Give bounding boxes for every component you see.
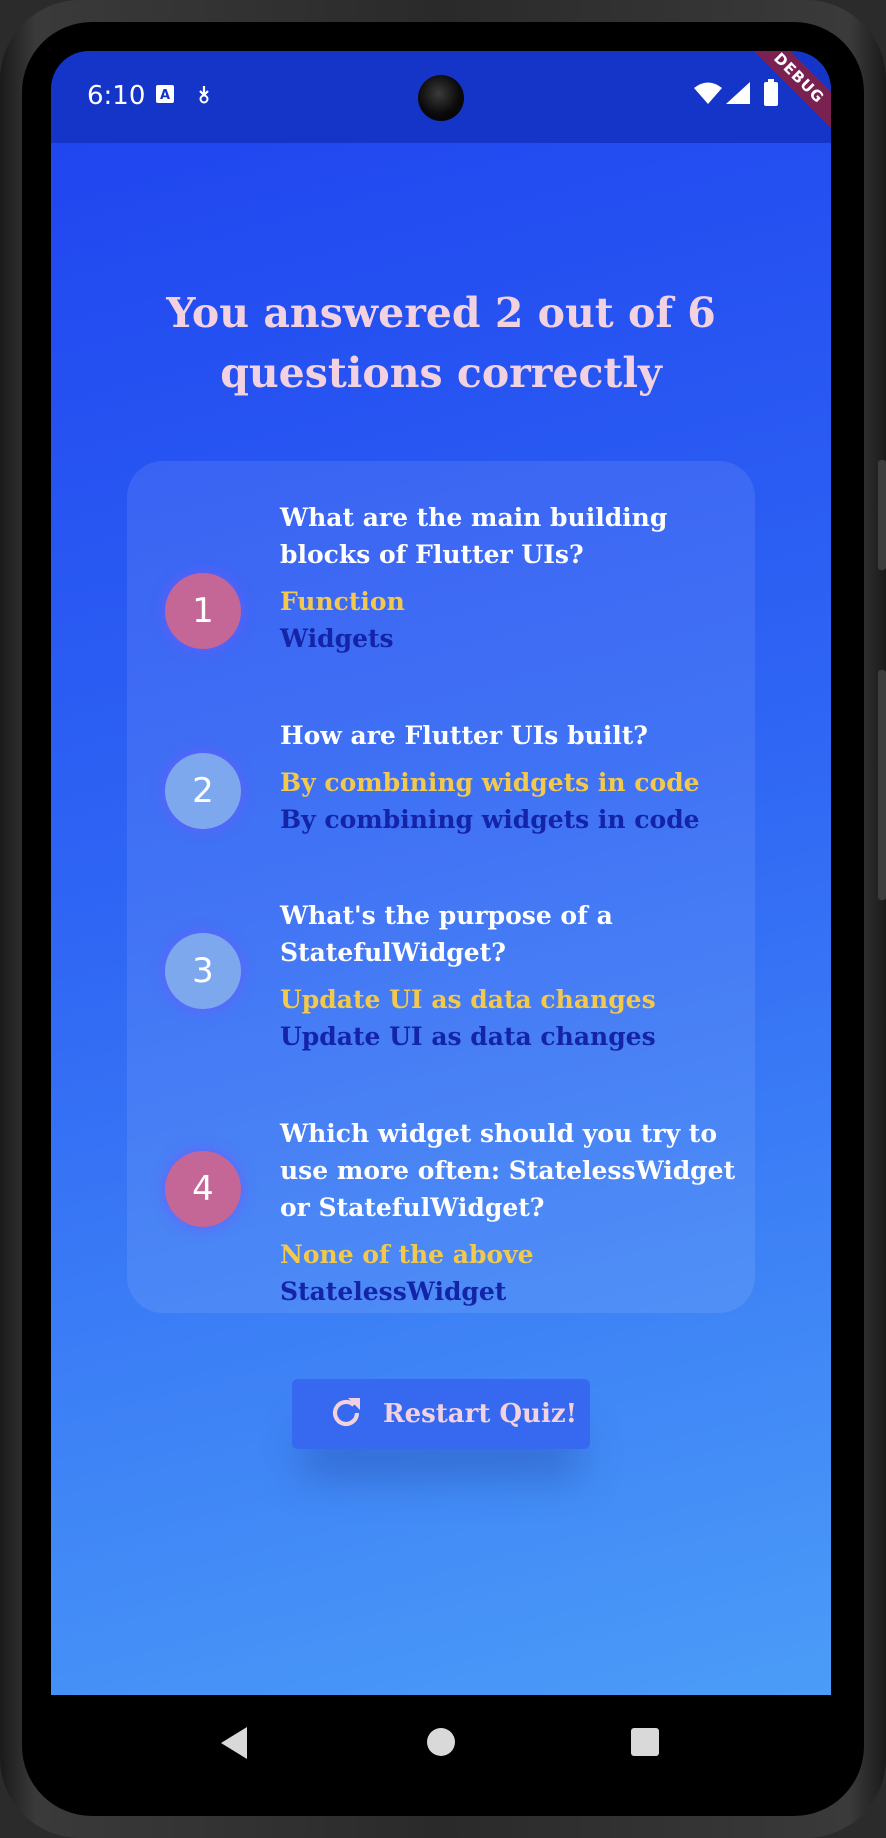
status-time: 6:10	[87, 81, 146, 111]
results-list[interactable]: 1 What are the main building blocks of F…	[127, 461, 755, 1313]
home-icon[interactable]	[427, 1728, 455, 1756]
device-frame: 6:10 A DEBUG You answered 2 out of 6 que…	[0, 0, 886, 1838]
question-text: What are the main building blocks of Flu…	[280, 503, 668, 569]
user-answer: Function	[280, 587, 405, 616]
correct-answer: Widgets	[280, 624, 394, 653]
wifi-icon	[693, 81, 723, 110]
restart-quiz-label: Restart Quiz!	[383, 1399, 578, 1429]
navigation-bar	[51, 1695, 831, 1785]
battery-icon	[763, 79, 779, 112]
keyboard-a-icon: A	[155, 84, 175, 109]
result-texts: Which widget should you try to use more …	[280, 1115, 740, 1311]
recents-icon[interactable]	[631, 1728, 659, 1756]
user-answer: By combining widgets in code	[280, 768, 700, 797]
back-icon[interactable]	[221, 1727, 247, 1759]
question-text: Which widget should you try to use more …	[280, 1119, 736, 1222]
question-number-badge: 3	[165, 933, 241, 1009]
signal-icon	[725, 81, 751, 110]
question-number-badge: 1	[165, 573, 241, 649]
volume-button	[878, 670, 886, 900]
question-text: How are Flutter UIs built?	[280, 721, 648, 750]
results-title: You answered 2 out of 6 questions correc…	[166, 289, 716, 397]
power-button	[878, 460, 886, 570]
user-answer: None of the above	[280, 1240, 534, 1269]
result-texts: What are the main building blocks of Flu…	[280, 499, 740, 658]
svg-text:A: A	[160, 88, 170, 103]
status-bar: 6:10 A DEBUG	[51, 51, 831, 144]
question-number-badge: 4	[165, 1151, 241, 1227]
screen: 6:10 A DEBUG You answered 2 out of 6 que…	[51, 51, 831, 1785]
results-screen: You answered 2 out of 6 questions correc…	[51, 143, 831, 1695]
download-icon	[195, 84, 213, 109]
user-answer: Update UI as data changes	[280, 985, 656, 1014]
correct-answer: By combining widgets in code	[280, 805, 700, 834]
correct-answer: StatelessWidget	[280, 1277, 507, 1306]
question-number-badge: 2	[165, 753, 241, 829]
correct-answer: Update UI as data changes	[280, 1022, 656, 1051]
result-texts: What's the purpose of a StatefulWidget? …	[280, 897, 740, 1056]
front-camera	[418, 75, 464, 121]
result-texts: How are Flutter UIs built? By combining …	[280, 717, 740, 839]
refresh-icon	[326, 1393, 366, 1433]
restart-quiz-button[interactable]: Restart Quiz!	[292, 1379, 590, 1449]
question-text: What's the purpose of a StatefulWidget?	[280, 901, 613, 967]
